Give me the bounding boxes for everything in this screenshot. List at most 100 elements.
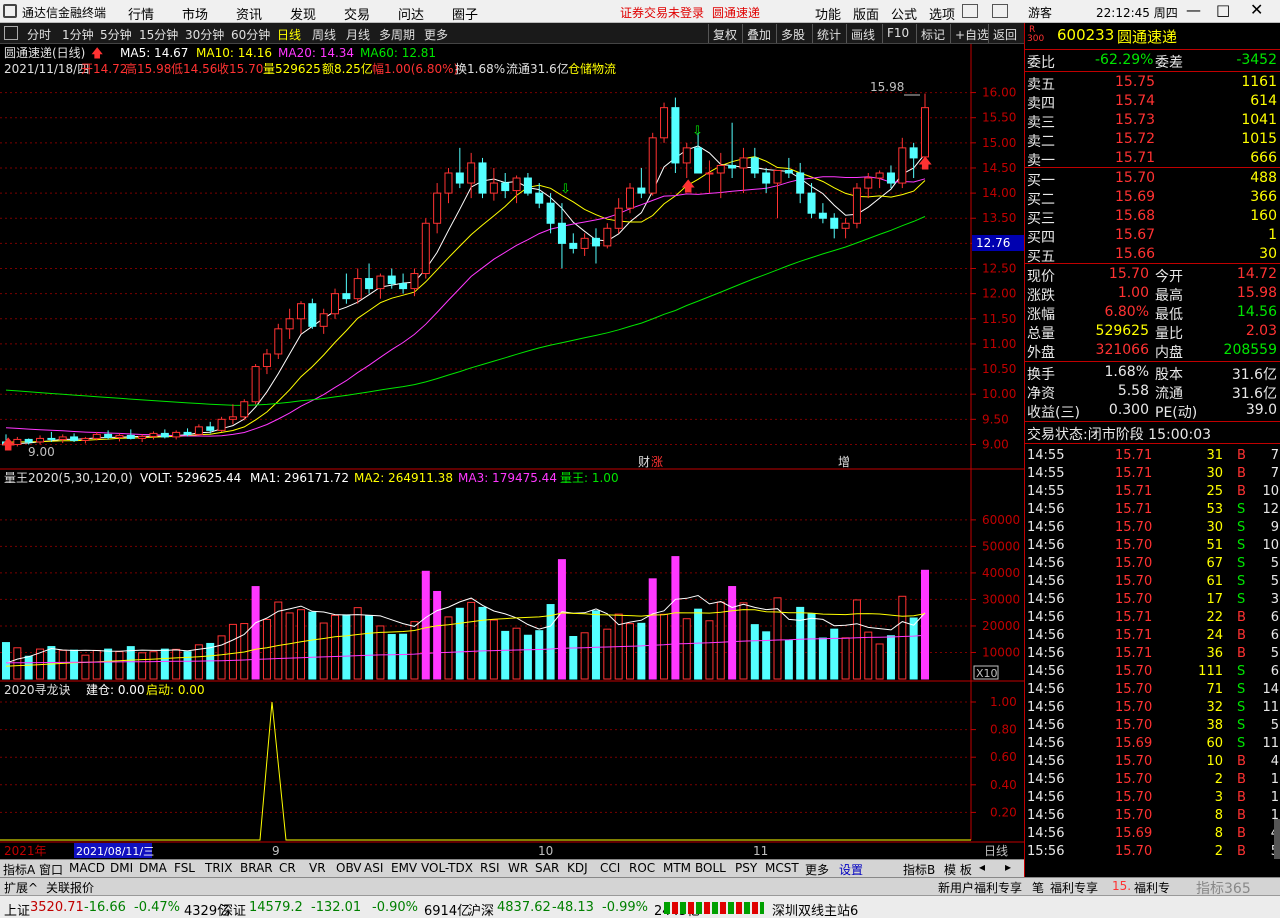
user-label[interactable]: 游客 (1028, 4, 1052, 21)
vol-ma3: MA3: 179475.44 (458, 471, 557, 485)
tab-arrows[interactable]: ◂ ▸ (976, 860, 1024, 877)
tab-item[interactable]: MTM (663, 861, 691, 875)
menu-gongneng[interactable]: 功能 (815, 4, 841, 23)
candle-body (818, 212, 827, 219)
tab-item[interactable]: MCST (765, 861, 799, 875)
tab-item[interactable]: 模 板 (944, 861, 972, 878)
order-level[interactable]: 买一 15.70 488 (1025, 169, 1280, 189)
tool-fanhui[interactable]: 返回 (988, 24, 1021, 43)
period-weekly[interactable]: 周线 (312, 26, 336, 43)
promo-newuser[interactable]: 新用户福利专享 (938, 879, 1022, 896)
tab-item[interactable]: BRAR (240, 861, 273, 875)
tab-item[interactable]: VOL-TDX (421, 861, 473, 875)
period-5min[interactable]: 5分钟 (100, 26, 132, 43)
panel-toggle-icon[interactable] (4, 26, 18, 40)
period-30min[interactable]: 30分钟 (185, 26, 224, 43)
order-level[interactable]: 卖三 15.73 1041 (1025, 111, 1280, 131)
tab-item[interactable]: KDJ (567, 861, 588, 875)
candle-body (240, 401, 249, 418)
period-multi[interactable]: 多周期 (379, 26, 415, 43)
server-station[interactable]: 深圳双线主站6 (772, 900, 858, 918)
tick-side: S (1237, 502, 1246, 517)
order-level[interactable]: 买四 15.67 1 (1025, 226, 1280, 246)
menu-banmian[interactable]: 版面 (853, 4, 879, 23)
tab-item[interactable]: 更多 (805, 861, 829, 878)
period-fenshi[interactable]: 分时 (27, 26, 51, 43)
related-quote[interactable]: 关联报价 (46, 879, 94, 896)
tab-item[interactable]: DMA (139, 861, 167, 875)
tab-item[interactable]: WR (508, 861, 528, 875)
tab-item[interactable]: 窗口 (39, 861, 63, 878)
tool-tongji[interactable]: 统计 (812, 24, 845, 43)
tab-item[interactable]: FSL (174, 861, 195, 875)
screen-icon[interactable] (962, 4, 978, 18)
x-period-label: 日线 (984, 844, 1008, 858)
tab-item[interactable]: CCI (600, 861, 620, 875)
tab-item[interactable]: TRIX (205, 861, 232, 875)
tab-item[interactable]: 指标B (903, 861, 935, 878)
menu-wenda[interactable]: 问达 (398, 4, 424, 23)
menu-xuanxiang[interactable]: 选项 (929, 4, 955, 23)
tab-item[interactable]: DMI (110, 861, 133, 875)
tab-item[interactable]: VR (309, 861, 326, 875)
ext-toggle[interactable]: 扩展^ (4, 879, 38, 896)
tab-item[interactable]: OBV (336, 861, 362, 875)
order-level[interactable]: 卖五 15.75 1161 (1025, 73, 1280, 93)
menu-shichang[interactable]: 市场 (182, 4, 208, 23)
tab-item[interactable]: BOLL (695, 861, 726, 875)
order-level[interactable]: 卖二 15.72 1015 (1025, 130, 1280, 150)
period-1min[interactable]: 1分钟 (62, 26, 94, 43)
period-monthly[interactable]: 月线 (346, 26, 370, 43)
close-icon[interactable]: ✕ (1250, 0, 1263, 19)
order-level[interactable]: 买二 15.69 366 (1025, 188, 1280, 208)
maximize-icon[interactable]: □ (1216, 1, 1230, 19)
weibi-value: -62.29% (1095, 52, 1154, 68)
menu-hangqing[interactable]: 行情 (128, 4, 154, 23)
tab-item[interactable]: CR (279, 861, 296, 875)
kline-chart-area[interactable]: 圆通速递(日线) 🡅 MA5: 14.67 MA10: 14.16 MA20: … (0, 44, 1024, 859)
order-level[interactable]: 买三 15.68 160 (1025, 207, 1280, 227)
tab-item[interactable]: 设置 (839, 861, 863, 878)
promo-bi[interactable]: 笔 (1032, 879, 1044, 896)
minimize-icon[interactable]: — (1186, 1, 1201, 19)
volume-bar (24, 655, 33, 680)
tab-item[interactable]: EMV (391, 861, 417, 875)
tool-biaoji[interactable]: 标记 (916, 24, 949, 43)
tab-item[interactable]: SAR (535, 861, 559, 875)
order-level[interactable]: 卖四 15.74 614 (1025, 92, 1280, 112)
tab-item[interactable]: ASI (364, 861, 383, 875)
tick-row: 14:56 15.70 17 S 3 (1025, 591, 1280, 609)
tool-duogu[interactable]: 多股 (776, 24, 809, 43)
period-more[interactable]: 更多 (424, 26, 448, 43)
period-60min[interactable]: 60分钟 (231, 26, 270, 43)
menu-zixun[interactable]: 资讯 (236, 4, 262, 23)
promo-fuli[interactable]: 福利专享 (1050, 879, 1098, 896)
tool-diejia[interactable]: 叠加 (742, 24, 775, 43)
layout-icon[interactable] (992, 4, 1008, 18)
promo-fuli-2[interactable]: 福利专 (1134, 879, 1170, 896)
tool-f10[interactable]: F10 (882, 24, 913, 43)
info-float: 流通31.6亿 (506, 61, 569, 76)
tab-item[interactable]: 指标A (3, 861, 35, 878)
stock-code[interactable]: 600233 (1057, 26, 1114, 44)
tick-volume: 111 (1198, 664, 1223, 679)
menu-faxian[interactable]: 发现 (290, 4, 316, 23)
tab-item[interactable]: MACD (69, 861, 105, 875)
menu-jiaoyi[interactable]: 交易 (344, 4, 370, 23)
tick-scrollbar[interactable] (1274, 819, 1280, 859)
tab-item[interactable]: PSY (735, 861, 757, 875)
candle-body (104, 433, 113, 438)
stock-name[interactable]: 圆通速递 (1117, 26, 1177, 47)
menu-gongshi[interactable]: 公式 (891, 4, 917, 23)
tool-zixuan[interactable]: +自选 (950, 24, 993, 43)
order-level[interactable]: 买五 15.66 30 (1025, 245, 1280, 265)
tab-item[interactable]: ROC (629, 861, 655, 875)
tool-fuquan[interactable]: 复权 (708, 24, 741, 43)
period-daily[interactable]: 日线 (277, 26, 301, 43)
order-level[interactable]: 卖一 15.71 666 (1025, 149, 1280, 169)
period-15min[interactable]: 15分钟 (139, 26, 178, 43)
login-notice[interactable]: 证券交易未登录 (620, 4, 704, 21)
tab-item[interactable]: RSI (480, 861, 500, 875)
menu-quanzi[interactable]: 圈子 (452, 4, 478, 23)
tool-huaxian[interactable]: 画线 (846, 24, 879, 43)
